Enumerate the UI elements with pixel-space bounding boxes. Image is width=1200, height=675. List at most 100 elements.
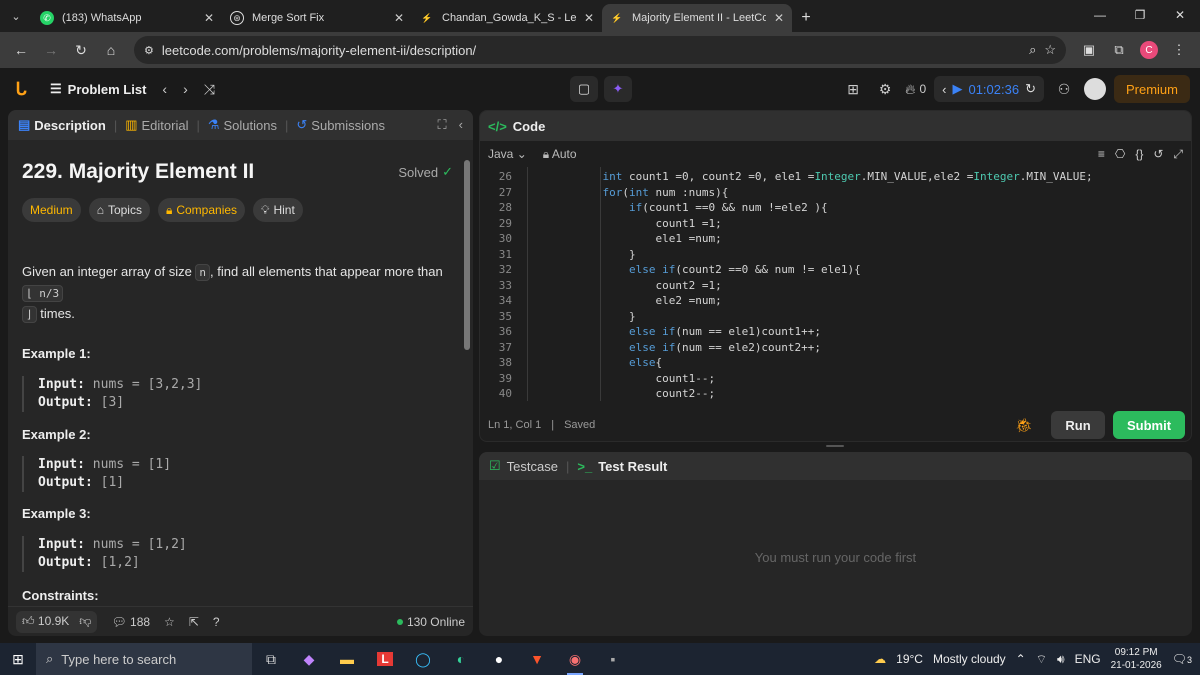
- code-line[interactable]: 35 }: [480, 309, 1191, 325]
- minimize-button[interactable]: —: [1080, 0, 1120, 30]
- problem-list-button[interactable]: ☰ Problem List: [50, 81, 146, 97]
- run-button[interactable]: Run: [1051, 411, 1105, 439]
- code-line[interactable]: 33 count2 =1;: [480, 278, 1191, 294]
- new-tab-button[interactable]: +: [792, 4, 820, 32]
- companies-button[interactable]: 🔒︎ Companies: [157, 198, 246, 222]
- topics-button[interactable]: ⌂ Topics: [88, 198, 150, 222]
- favorite-star-icon[interactable]: ☆: [164, 615, 175, 629]
- code-line[interactable]: 37 else if(num == ele2)count2++;: [480, 340, 1191, 356]
- reload-button[interactable]: ↻: [68, 37, 94, 63]
- maximize-button[interactable]: ❐: [1120, 0, 1160, 30]
- format-icon[interactable]: ≡: [1098, 147, 1105, 162]
- close-window-button[interactable]: ✕: [1160, 0, 1200, 30]
- comments-button[interactable]: 💬︎ 188: [111, 615, 150, 629]
- notifications-icon[interactable]: 🗨︎3: [1172, 652, 1192, 666]
- chevron-up-icon[interactable]: ⌃: [1016, 652, 1026, 666]
- edge-icon[interactable]: ◐: [442, 643, 480, 675]
- collapse-panel-icon[interactable]: ‹: [459, 117, 463, 133]
- close-icon[interactable]: ✕: [584, 11, 594, 25]
- tab-submissions[interactable]: ↺ Submissions: [292, 117, 389, 133]
- site-info-icon[interactable]: ⚙: [144, 44, 154, 57]
- like-button[interactable]: 👍︎ 10.9K: [22, 614, 69, 629]
- tab-description[interactable]: ▤ Description: [14, 117, 110, 133]
- layout-grid-icon[interactable]: ⊞: [841, 77, 865, 101]
- share-icon[interactable]: ⇱: [189, 615, 199, 629]
- tab-search-button[interactable]: ⌄: [0, 0, 32, 32]
- code-line[interactable]: 40 count2--;: [480, 386, 1191, 402]
- github-icon[interactable]: ●: [480, 643, 518, 675]
- notes-icon[interactable]: ▢: [570, 76, 598, 102]
- tab-editorial[interactable]: ▥ Editorial: [121, 117, 192, 133]
- chrome-icon[interactable]: ◉: [556, 643, 594, 675]
- extensions-puzzle-icon[interactable]: ⧉: [1106, 37, 1132, 63]
- url-field[interactable]: ⚙ leetcode.com/problems/majority-element…: [134, 36, 1066, 64]
- tab-solutions[interactable]: ⚗ Solutions: [204, 117, 281, 133]
- maximize-panel-icon[interactable]: ⛶: [438, 117, 447, 133]
- code-line[interactable]: 31 }: [480, 247, 1191, 263]
- browser-tab-majority-element[interactable]: ⚡ Majority Element II - LeetCode ✕: [602, 4, 792, 32]
- code-line[interactable]: 34 ele2 =num;: [480, 293, 1191, 309]
- code-line[interactable]: 38 else{: [480, 355, 1191, 371]
- shuffle-icon[interactable]: ⤨: [204, 81, 215, 98]
- taskbar-search[interactable]: ⌕ Type here to search: [36, 643, 252, 675]
- panel-resize-handle[interactable]: [826, 445, 844, 447]
- bookmark-icon[interactable]: ⎔: [1115, 147, 1125, 162]
- close-icon[interactable]: ✕: [774, 11, 784, 25]
- weather-icon[interactable]: ☁: [874, 652, 886, 666]
- problem-title[interactable]: 229. Majority Element II: [22, 160, 254, 184]
- fullscreen-icon[interactable]: ⤢: [1173, 147, 1183, 162]
- clock[interactable]: 09:12 PM 21-01-2026: [1111, 646, 1162, 672]
- code-line[interactable]: 27 for(int num :nums){: [480, 185, 1191, 201]
- browser-tab-profile[interactable]: ⚡ Chandan_Gowda_K_S - LeetCod ✕: [412, 4, 602, 32]
- debugger-icon[interactable]: 🐞︎: [1015, 417, 1033, 434]
- close-icon[interactable]: ✕: [204, 11, 214, 25]
- app-icon[interactable]: ▪: [594, 643, 632, 675]
- brave-icon[interactable]: ▼: [518, 643, 556, 675]
- user-avatar[interactable]: [1083, 78, 1106, 100]
- home-button[interactable]: ⌂: [98, 37, 124, 63]
- bookmark-star-icon[interactable]: ☆: [1044, 42, 1056, 58]
- next-problem-icon[interactable]: ›: [183, 81, 188, 97]
- timer-widget[interactable]: ‹ ▶ 01:02:36 ↻: [934, 76, 1044, 102]
- profile-button[interactable]: C: [1136, 37, 1162, 63]
- streak-fire-icon[interactable]: 🔥︎ 0: [905, 77, 926, 101]
- browser-tab-merge-sort[interactable]: ⊛ Merge Sort Fix ✕: [222, 4, 412, 32]
- volume-icon[interactable]: 🔊︎: [1057, 652, 1065, 667]
- close-icon[interactable]: ✕: [394, 11, 404, 25]
- previous-problem-icon[interactable]: ‹: [162, 81, 167, 97]
- code-line[interactable]: 26 int count1 =0, count2 =0, ele1 =Integ…: [480, 169, 1191, 185]
- scrollbar-thumb[interactable]: [464, 160, 470, 350]
- tab-testcase[interactable]: ☑ Testcase: [489, 458, 558, 474]
- code-line[interactable]: 28 if(count1 ==0 && num !=ele2 ){: [480, 200, 1191, 216]
- auto-mode-toggle[interactable]: 🔒︎ Auto: [543, 147, 577, 162]
- submit-button[interactable]: Submit: [1113, 411, 1185, 439]
- app-l-icon[interactable]: L: [366, 643, 404, 675]
- zoom-icon[interactable]: ⌕: [1029, 42, 1036, 58]
- code-line[interactable]: 32 else if(count2 ==0 && num != ele1){: [480, 262, 1191, 278]
- browser-menu-icon[interactable]: ⋮: [1166, 37, 1192, 63]
- code-line[interactable]: 30 ele1 =num;: [480, 231, 1191, 247]
- extension-icon[interactable]: ▣: [1076, 37, 1102, 63]
- reset-timer-icon[interactable]: ↻: [1025, 81, 1036, 97]
- hint-button[interactable]: 💡︎ Hint: [253, 198, 303, 222]
- windows-start-icon[interactable]: ⊞: [0, 643, 36, 675]
- forward-button[interactable]: →: [38, 37, 64, 63]
- thumbs-down-icon[interactable]: 👎︎: [79, 614, 91, 629]
- help-icon[interactable]: ?: [213, 615, 220, 629]
- chevron-left-icon[interactable]: ‹: [942, 82, 946, 97]
- file-explorer-icon[interactable]: ▬: [328, 643, 366, 675]
- task-view-icon[interactable]: ⧉: [252, 643, 290, 675]
- network-icon[interactable]: ⌔: [1036, 652, 1047, 667]
- code-editor[interactable]: 26 int count1 =0, count2 =0, ele1 =Integ…: [480, 167, 1191, 402]
- browser-tab-whatsapp[interactable]: ✆ (183) WhatsApp ✕: [32, 4, 222, 32]
- premium-button[interactable]: Premium: [1113, 75, 1190, 103]
- play-icon[interactable]: ▶: [952, 81, 962, 97]
- leetcode-logo[interactable]: ᒐ: [10, 78, 32, 100]
- code-line[interactable]: 39 count1--;: [480, 371, 1191, 387]
- settings-gear-icon[interactable]: ⚙: [873, 77, 897, 101]
- description-scrollbar[interactable]: [463, 146, 471, 606]
- ai-sparkle-icon[interactable]: ✦: [604, 76, 632, 102]
- reset-code-icon[interactable]: ↺: [1153, 147, 1163, 162]
- copilot-icon[interactable]: ◆: [290, 643, 328, 675]
- add-friend-icon[interactable]: ⚇: [1052, 77, 1076, 101]
